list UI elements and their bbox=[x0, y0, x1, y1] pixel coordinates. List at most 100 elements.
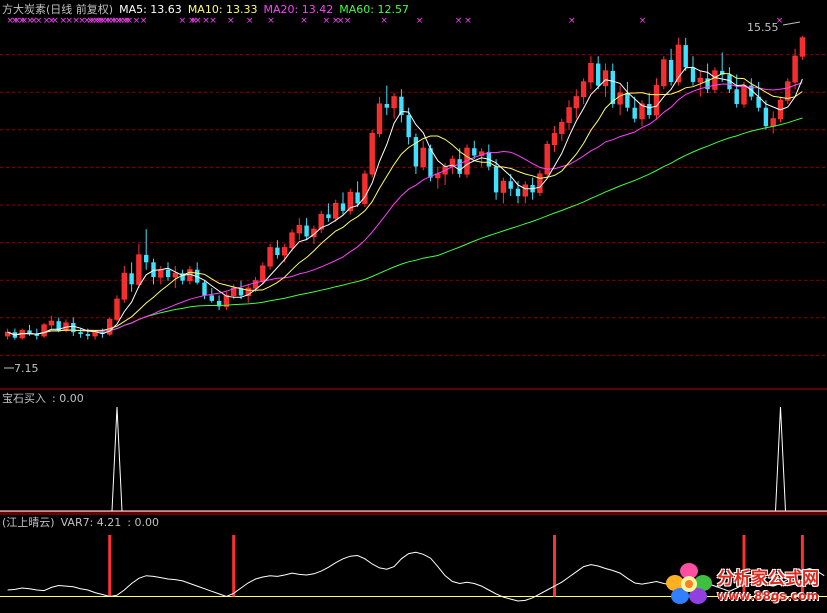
top-mark: × bbox=[344, 16, 352, 26]
panel2-title: 宝石买入 bbox=[2, 392, 46, 405]
top-mark: × bbox=[246, 16, 254, 26]
watermark-url: www.88gs.com bbox=[717, 588, 819, 603]
candle-up-body bbox=[581, 81, 586, 97]
candle-down bbox=[340, 203, 346, 211]
candle-up-body bbox=[421, 148, 426, 167]
candle-up-body bbox=[537, 174, 543, 193]
candle-up-body bbox=[253, 280, 258, 289]
top-mark: × bbox=[179, 16, 187, 26]
candle-up-body bbox=[122, 273, 127, 300]
candle-down bbox=[472, 148, 477, 156]
candle-down bbox=[165, 269, 171, 278]
candle-up-body bbox=[523, 185, 528, 196]
candle-down bbox=[144, 254, 149, 263]
watermark-brand: 分析家公式网 bbox=[717, 568, 819, 589]
candle-down bbox=[406, 115, 411, 138]
panel3-title: (江上晴云) bbox=[2, 516, 55, 529]
candle-up-body bbox=[377, 104, 382, 134]
top-mark: × bbox=[267, 16, 275, 26]
top-mark: × bbox=[51, 16, 59, 26]
candle-up-body bbox=[566, 107, 572, 123]
candle-down bbox=[668, 59, 674, 82]
top-mark: × bbox=[464, 16, 472, 26]
candle-down bbox=[355, 192, 360, 204]
candle-down bbox=[508, 181, 513, 189]
candle-down bbox=[209, 295, 214, 301]
candle-up-body bbox=[260, 266, 265, 281]
candle-up-body bbox=[800, 37, 805, 57]
candle-up-body bbox=[114, 299, 120, 320]
candle-down bbox=[596, 63, 601, 86]
ma5-label: MA5: 13.63 bbox=[119, 3, 182, 16]
candle-up-body bbox=[187, 269, 193, 281]
candle-up-body bbox=[501, 181, 506, 193]
panel2-header: 宝石买入: 0.00 bbox=[2, 392, 90, 406]
candle-up-body bbox=[289, 232, 295, 248]
flower-icon bbox=[666, 563, 712, 604]
candle-down bbox=[71, 323, 76, 333]
candle-up-body bbox=[792, 56, 798, 82]
candle-down bbox=[683, 45, 688, 68]
candle-down bbox=[78, 332, 83, 334]
candle-up-body bbox=[712, 70, 718, 90]
low-price-label: 7.15 bbox=[14, 362, 39, 375]
top-mark: × bbox=[568, 16, 576, 26]
signal-bar bbox=[108, 535, 112, 597]
signal-bar bbox=[553, 535, 556, 597]
top-mark: × bbox=[227, 16, 235, 26]
candle-up-body bbox=[661, 59, 666, 86]
watermark: 分析家公式网 www.88gs.com bbox=[661, 561, 819, 605]
candle-down bbox=[457, 159, 462, 174]
candle-up-body bbox=[282, 247, 287, 255]
panel3-var7: VAR7: 4.21 bbox=[60, 516, 122, 529]
candle-up-body bbox=[136, 254, 142, 285]
candle-up-body bbox=[297, 225, 302, 233]
candle-down bbox=[129, 273, 134, 285]
ma60-label: MA60: 12.57 bbox=[339, 3, 409, 16]
buy-spike bbox=[775, 406, 786, 512]
ma10-label: MA10: 13.33 bbox=[187, 3, 258, 16]
candle-up-body bbox=[370, 133, 375, 174]
high-price-label: 15.55 bbox=[747, 21, 779, 34]
ma20-label: MA20: 13.42 bbox=[263, 3, 334, 16]
candle-up-body bbox=[676, 45, 681, 82]
candle-down bbox=[151, 262, 156, 277]
candle-up-body bbox=[603, 70, 608, 86]
top-mark: × bbox=[140, 16, 148, 26]
candle-up-body bbox=[698, 78, 703, 82]
candle-down bbox=[85, 334, 91, 336]
top-mark: × bbox=[209, 16, 217, 26]
candle-up-body bbox=[785, 81, 790, 101]
candle-down bbox=[304, 225, 309, 237]
panel3-title-text: 江上晴云 bbox=[6, 516, 51, 529]
signal-bar bbox=[232, 535, 236, 597]
candle-up-body bbox=[559, 122, 564, 134]
top-mark: × bbox=[323, 16, 331, 26]
candle-down bbox=[202, 282, 207, 296]
stock-name: 方大炭素(日线 前复权) bbox=[2, 3, 114, 16]
candle-down bbox=[610, 70, 615, 104]
candle-up-body bbox=[41, 324, 47, 336]
top-mark: × bbox=[639, 16, 647, 26]
candle-down bbox=[647, 104, 652, 115]
candle-down bbox=[690, 67, 696, 82]
candle-down bbox=[625, 93, 630, 108]
candle-up-body bbox=[771, 118, 776, 127]
candle-up-body bbox=[92, 332, 98, 336]
main-panel-header: 方大炭素(日线 前复权) MA5: 13.63 MA10: 13.33 MA20: 1… bbox=[2, 3, 415, 17]
candle-up-body bbox=[654, 85, 659, 115]
top-mark: × bbox=[35, 16, 43, 26]
panel3-value: : 0.00 bbox=[127, 516, 159, 529]
candle-up-body bbox=[552, 133, 557, 145]
candle-up-body bbox=[173, 273, 178, 277]
candle-down bbox=[493, 166, 499, 193]
candle-up-body bbox=[588, 63, 594, 82]
panel3-header: (江上晴云) VAR7: 4.21 : 0.00 bbox=[2, 516, 165, 530]
high-arrow bbox=[782, 21, 801, 26]
candle-down bbox=[734, 89, 739, 104]
buy-spike bbox=[111, 406, 123, 512]
top-mark: × bbox=[194, 16, 202, 26]
candle-up-body bbox=[333, 203, 338, 219]
candle-down bbox=[515, 188, 521, 197]
top-mark: × bbox=[380, 16, 388, 26]
